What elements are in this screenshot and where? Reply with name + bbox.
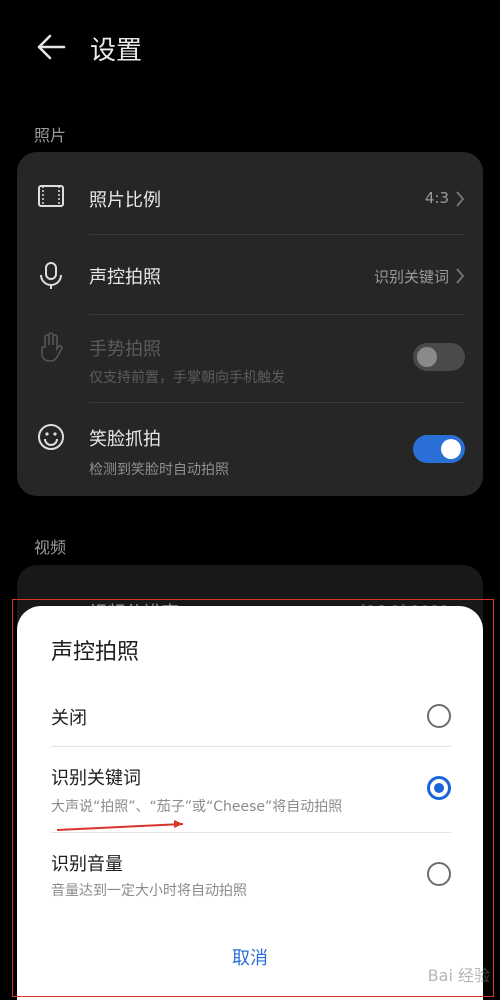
chevron-right-icon [455,190,465,208]
hand-gesture-icon [37,331,65,362]
setting-label: 声控拍照 [89,267,161,288]
aspect-ratio-icon [37,184,65,212]
setting-description: 仅支持前置，手掌朝向手机触发 [89,370,285,386]
smile-face-icon [37,423,65,451]
annotation-highlight-box [12,599,494,997]
smile-toggle[interactable] [413,435,465,463]
photo-settings-card: 照片比例 4:3 声控拍照 识别关键词 手势拍照 仅支持前置，手掌朝向手机触发 [17,152,483,496]
toggle-knob [441,439,461,459]
section-label-video: 视频 [34,538,67,557]
setting-row-photo-ratio[interactable]: 照片比例 4:3 [17,152,483,230]
setting-row-voice-capture[interactable]: 声控拍照 识别关键词 [17,235,483,313]
section-label-photo: 照片 [34,126,67,145]
setting-value: 4:3 [424,189,449,207]
setting-row-gesture-capture: 手势拍照 仅支持前置，手掌朝向手机触发 [17,315,483,403]
toggle-knob [417,347,437,367]
page-title: 设置 [90,36,143,66]
setting-value: 识别关键词 [373,268,449,286]
setting-label: 笑脸抓拍 [89,429,161,450]
setting-row-smile-capture[interactable]: 笑脸抓拍 检测到笑脸时自动拍照 [17,403,483,493]
setting-label: 手势拍照 [89,339,161,360]
watermark: Bai 经验 [427,966,490,985]
gesture-toggle[interactable] [413,343,465,371]
microphone-icon [37,261,65,289]
setting-label: 照片比例 [89,190,161,211]
setting-description: 检测到笑脸时自动拍照 [89,462,229,478]
back-arrow-icon[interactable] [34,30,68,64]
chevron-right-icon [455,267,465,285]
